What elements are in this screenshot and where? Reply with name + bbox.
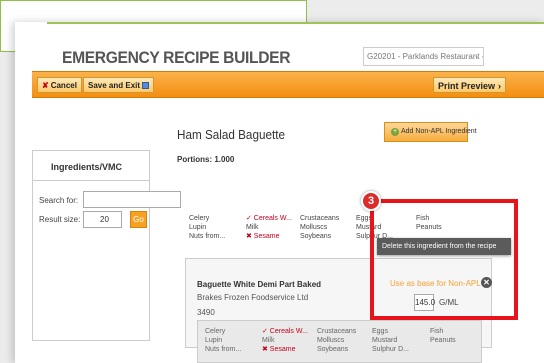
callout-highlight-box	[370, 199, 518, 320]
ingredient-name: Baguette White Demi Part Baked	[197, 280, 322, 289]
action-toolbar: ✘ Cancel Save and Exit Print Preview ›	[32, 71, 544, 98]
add-icon: +	[391, 128, 399, 136]
top-accent-line	[47, 22, 544, 24]
ingredient-allergen-grid: Celery ✓ Cereals W... Crustaceans Eggs F…	[205, 327, 475, 354]
allergen-item: ✓ Cereals W...	[246, 215, 292, 222]
allergen-item: Fish	[430, 328, 444, 335]
go-button[interactable]: Go	[130, 211, 147, 228]
site-select-value: G20201 - Parklands Restaurant - Main	[367, 52, 483, 61]
allergen-item	[430, 345, 475, 354]
allergen-item: Milk	[262, 337, 275, 344]
save-disk-icon	[142, 82, 150, 89]
allergen-item: ✖ Sesame	[246, 233, 280, 240]
cancel-icon: ✘	[42, 81, 49, 90]
allergen-item: Eggs	[372, 328, 388, 335]
allergen-item: Nuts from...	[189, 233, 226, 240]
result-size-label: Result size:	[39, 215, 81, 224]
allergen-item: Celery	[205, 328, 226, 335]
search-input[interactable]	[83, 191, 181, 208]
allergen-item: ✖ Sesame	[262, 346, 296, 353]
site-select[interactable]: G20201 - Parklands Restaurant - Main ⌄	[363, 47, 484, 66]
recipe-name: Ham Salad Baguette	[177, 127, 285, 142]
allergen-item: ✓ Cereals W...	[262, 328, 308, 335]
allergen-item: Peanuts	[430, 337, 456, 344]
allergen-item: Celery	[189, 215, 210, 222]
chevron-right-icon: ›	[498, 81, 501, 91]
allergen-item: Lupin	[205, 337, 223, 344]
add-non-apl-label: Add Non-APL Ingredient	[401, 128, 477, 135]
save-and-exit-button[interactable]: Save and Exit	[83, 77, 155, 93]
cancel-label: Cancel	[50, 81, 77, 90]
allergen-item: Soybeans	[300, 233, 332, 240]
chevron-down-icon: ⌄	[474, 53, 480, 60]
save-exit-label: Save and Exit	[88, 81, 141, 90]
allergen-item: Crustaceans	[300, 215, 340, 222]
allergen-item: Crustaceans	[317, 328, 357, 335]
result-size-input[interactable]: 20	[83, 211, 122, 228]
allergen-item: Milk	[246, 224, 259, 231]
ingredient-code: 3490	[197, 308, 215, 317]
tab-ingredients-vmc[interactable]: Ingredients/VMC	[32, 150, 150, 181]
cancel-button[interactable]: ✘ Cancel	[37, 77, 82, 93]
search-label: Search for:	[39, 196, 79, 205]
allergen-item: Soybeans	[317, 346, 349, 353]
ingredient-search-panel: Search for: Result size: 20 Go	[32, 180, 181, 341]
allergen-item: Mustard	[372, 337, 398, 344]
add-non-apl-ingredient-button[interactable]: + Add Non-APL Ingredient	[384, 122, 477, 142]
allergen-item: Nuts from...	[205, 346, 242, 353]
step-number-badge: 3	[361, 191, 381, 211]
allergen-item: Sulphur D...	[372, 346, 409, 353]
allergen-item: Molluscs	[300, 224, 328, 231]
print-preview-button[interactable]: Print Preview ›	[432, 77, 506, 93]
print-preview-label: Print Preview	[437, 81, 495, 91]
allergen-item: Lupin	[189, 224, 207, 231]
ingredient-supplier: Brakes Frozen Foodservice Ltd	[197, 293, 309, 302]
allergen-item: Molluscs	[317, 337, 345, 344]
portions-label: Portions: 1.000	[177, 155, 235, 164]
page-title: EMERGENCY RECIPE BUILDER	[62, 48, 291, 67]
